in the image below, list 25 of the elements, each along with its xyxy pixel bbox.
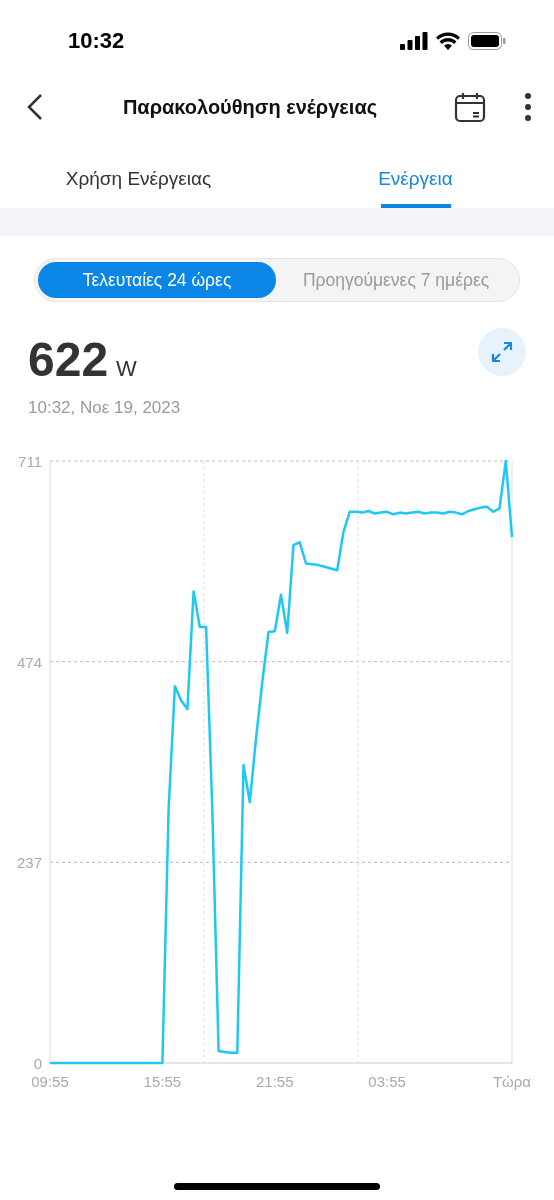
expand-icon <box>490 340 514 364</box>
axis-label: 474 <box>16 653 42 671</box>
status-time: 10:32 <box>68 28 125 54</box>
timestamp: 10:32, Νοε 19, 2023 <box>28 398 181 418</box>
range-option[interactable]: Προηγούμενες 7 ημέρες <box>276 262 516 298</box>
tab[interactable]: Χρήση Ενέργειας <box>0 150 277 208</box>
axis-label: 21:55 <box>256 1073 294 1090</box>
axis-label: 03:55 <box>368 1073 406 1090</box>
battery-icon <box>468 32 506 50</box>
axis-label: 237 <box>16 854 42 872</box>
power-value: 622 <box>28 336 109 384</box>
calendar-icon[interactable] <box>454 91 486 123</box>
wifi-icon <box>436 32 460 50</box>
axis-label: Τώρα <box>492 1073 532 1090</box>
more-icon[interactable] <box>524 92 532 122</box>
axis-label: 15:55 <box>143 1073 182 1090</box>
axis-label: 711 <box>18 453 42 470</box>
range-option[interactable]: Τελευταίες 24 ώρες <box>38 262 276 298</box>
power-unit: W <box>116 356 137 382</box>
axis-label: 0 <box>33 1055 42 1072</box>
expand-button[interactable] <box>478 328 526 376</box>
page-title: Παρακολούθηση ενέργειας <box>121 95 379 119</box>
tab[interactable]: Ενέργεια <box>277 150 554 208</box>
signal-icon <box>400 32 428 50</box>
axis-label: 09:55 <box>31 1073 69 1090</box>
